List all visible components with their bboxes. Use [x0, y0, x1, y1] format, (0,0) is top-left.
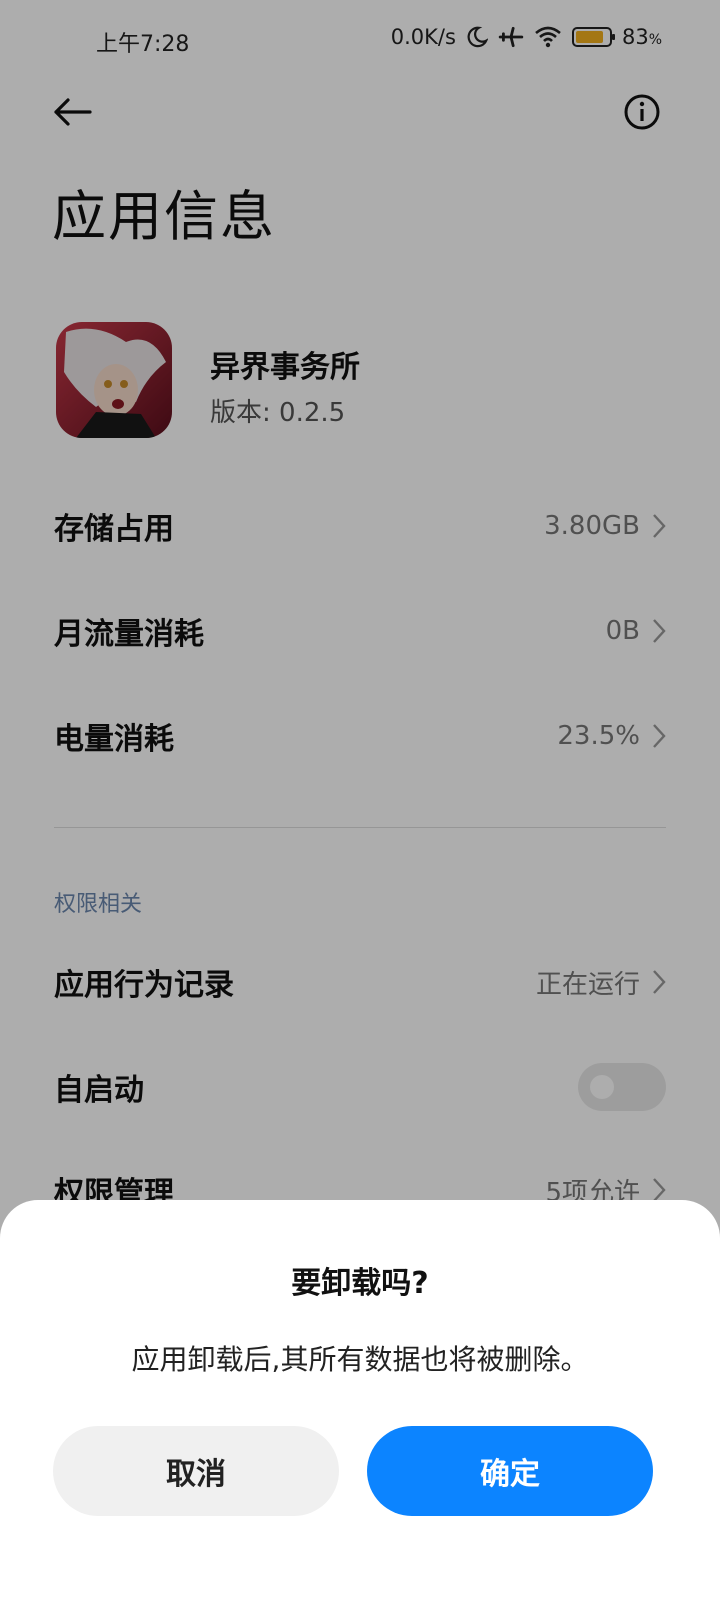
- uninstall-dialog: 要卸载吗? 应用卸载后,其所有数据也将被删除。 取消 确定: [0, 1200, 720, 1600]
- confirm-button[interactable]: 确定: [367, 1426, 653, 1516]
- dialog-title: 要卸载吗?: [291, 1266, 429, 1301]
- dialog-message: 应用卸载后,其所有数据也将被删除。: [131, 1343, 589, 1376]
- cancel-button[interactable]: 取消: [53, 1426, 339, 1516]
